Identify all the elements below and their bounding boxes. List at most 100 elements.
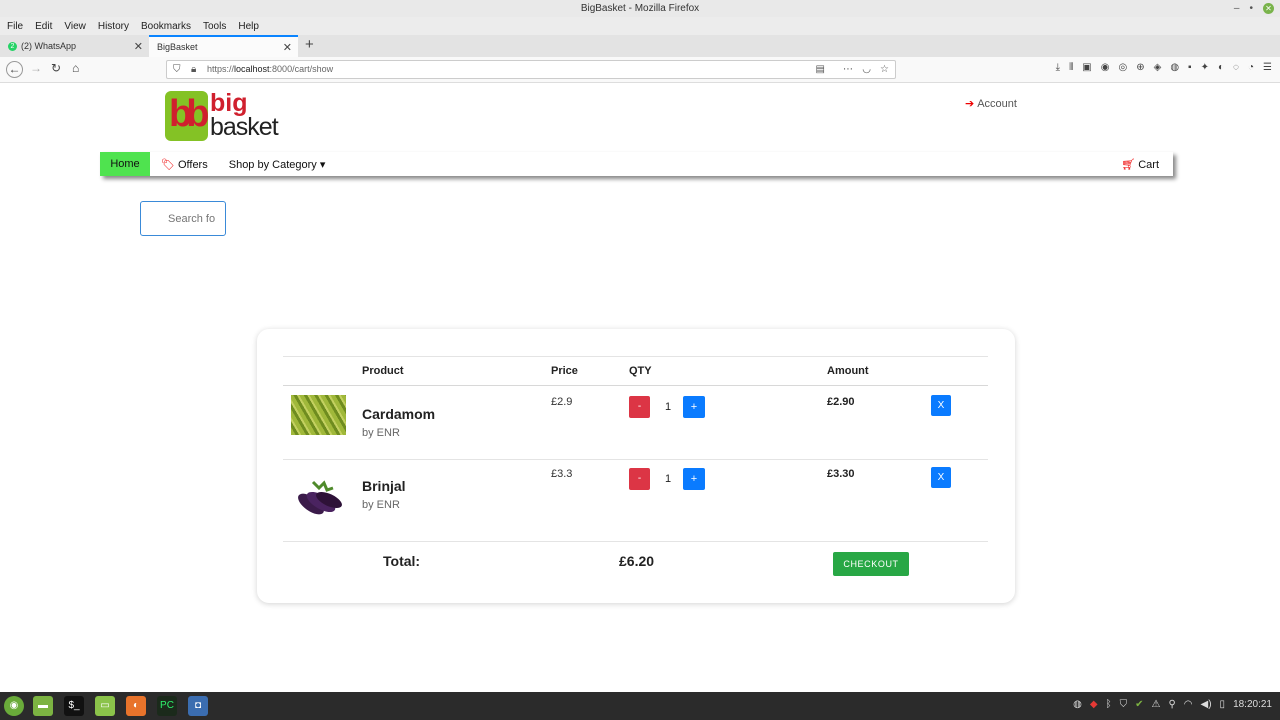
menu-view[interactable]: View <box>64 21 86 32</box>
nav-category-label: Shop by Category <box>228 158 317 171</box>
page-actions-icon[interactable]: ⋯ <box>843 61 853 78</box>
menu-bookmarks[interactable]: Bookmarks <box>141 21 191 32</box>
extension-icon[interactable]: ◔ <box>1248 62 1254 73</box>
downloads-icon[interactable]: ⤓ <box>1056 62 1060 73</box>
menu-bar: File Edit View History Bookmarks Tools H… <box>0 17 1280 35</box>
divider <box>283 385 988 386</box>
bookmark-star-icon[interactable]: ☆ <box>880 61 889 78</box>
menu-tools[interactable]: Tools <box>203 21 226 32</box>
bluetooth-icon[interactable]: ᛒ <box>1106 699 1112 710</box>
tab-whatsapp[interactable]: 2 (2) WhatsApp ✕ <box>0 35 149 57</box>
volume-icon[interactable]: ◀) <box>1201 699 1212 710</box>
address-bar[interactable]: ⛉ 🔒︎ https://localhost:8000/cart/show ▤ … <box>166 60 896 79</box>
remove-item-button[interactable]: X <box>931 467 951 488</box>
url-host: localhost <box>234 64 270 74</box>
site-navbar: Home 🏷︎ Offers Shop by Category ▾ 🛒︎ Cart <box>100 152 1173 176</box>
firefox-icon[interactable]: ◐ <box>126 696 146 716</box>
extension-icon[interactable]: ◐ <box>1218 62 1224 73</box>
files-icon[interactable]: ▭ <box>95 696 115 716</box>
battery-icon[interactable]: ▯ <box>1220 699 1226 710</box>
sidebar-icon[interactable]: ▣ <box>1082 62 1091 73</box>
forward-arrow-icon[interactable]: → <box>30 61 42 75</box>
update-check-icon[interactable]: ✔ <box>1135 699 1143 710</box>
lock-icon[interactable]: 🔒︎ <box>191 61 196 78</box>
nav-offers[interactable]: 🏷︎ Offers <box>161 158 208 171</box>
extension-icon[interactable]: ▪ <box>1188 62 1192 73</box>
reader-view-icon[interactable]: ▤ <box>816 61 825 78</box>
divider <box>283 356 988 357</box>
globe-icon[interactable]: ⊕ <box>1136 62 1144 73</box>
tab-bar: 2 (2) WhatsApp ✕ BigBasket ✕ + <box>0 35 1280 57</box>
navigation-toolbar: ← → ↻ ⌂ ⛉ 🔒︎ https://localhost:8000/cart… <box>0 57 1280 83</box>
product-name[interactable]: Cardamom <box>362 406 435 422</box>
home-icon[interactable]: ⌂ <box>72 61 79 75</box>
pocket-icon[interactable]: ◡ <box>862 61 871 78</box>
nav-cart-label: Cart <box>1138 159 1159 171</box>
nav-cart[interactable]: 🛒︎ Cart <box>1121 158 1159 171</box>
reload-icon[interactable]: ↻ <box>51 61 61 75</box>
hamburger-menu-icon[interactable]: ☰ <box>1263 62 1272 73</box>
system-tray: ◍ ◆ ᛒ ⛉ ✔ ⚠ ⚲ ◠ ◀) ▯ 18:20:21 <box>1073 699 1272 710</box>
nav-home[interactable]: Home <box>100 152 150 176</box>
total-value: £6.20 <box>619 553 655 569</box>
tab-bigbasket[interactable]: BigBasket ✕ <box>149 35 298 57</box>
column-header-product: Product <box>362 365 404 377</box>
caret-down-icon: ▾ <box>319 158 326 171</box>
close-tab-icon[interactable]: ✕ <box>134 40 143 53</box>
line-amount: £3.30 <box>827 468 855 480</box>
clock[interactable]: 18:20:21 <box>1233 699 1272 710</box>
menu-help[interactable]: Help <box>238 21 259 32</box>
close-window-button[interactable]: ✕ <box>1263 3 1274 14</box>
tab-label: BigBasket <box>157 42 198 52</box>
extension-icon[interactable]: ◍ <box>1170 62 1179 73</box>
qty-value: 1 <box>664 401 672 413</box>
warning-icon[interactable]: ⚠ <box>1151 699 1160 710</box>
start-menu-icon[interactable]: ◉ <box>4 696 24 716</box>
shield-extension-icon[interactable]: ◈ <box>1154 62 1162 73</box>
wifi-icon[interactable]: ◠ <box>1184 699 1193 710</box>
product-image-cardamom <box>291 395 346 435</box>
extension-icon[interactable]: ◌ <box>1233 62 1239 73</box>
shield-icon[interactable]: ⛉ <box>1120 699 1128 710</box>
increase-qty-button[interactable]: + <box>683 396 705 418</box>
account-icon[interactable]: ◉ <box>1101 62 1110 73</box>
menu-edit[interactable]: Edit <box>35 21 52 32</box>
whatsapp-icon: 2 <box>8 41 17 51</box>
shield-icon[interactable]: ⛉ <box>173 61 181 78</box>
decrease-qty-button[interactable]: - <box>629 396 650 418</box>
accessibility-icon[interactable]: ◍ <box>1073 699 1082 710</box>
close-tab-icon[interactable]: ✕ <box>283 41 292 54</box>
increase-qty-button[interactable]: + <box>683 468 705 490</box>
new-tab-icon[interactable]: + <box>305 36 314 53</box>
account-label: Account <box>977 98 1017 110</box>
product-name[interactable]: Brinjal <box>362 478 406 494</box>
window-title: BigBasket - Mozilla Firefox <box>580 3 700 14</box>
anydesk-icon[interactable]: ◆ <box>1090 699 1098 710</box>
library-icon[interactable]: ⫴ <box>1069 62 1073 73</box>
minimize-button[interactable]: – <box>1234 0 1240 17</box>
extension-icon[interactable]: ✦ <box>1201 62 1209 73</box>
column-header-amount: Amount <box>827 365 869 377</box>
checkout-button[interactable]: CHECKOUT <box>833 552 909 576</box>
show-desktop-icon[interactable]: ▬ <box>33 696 53 716</box>
remove-item-button[interactable]: X <box>931 395 951 416</box>
search-input[interactable] <box>140 201 226 236</box>
menu-history[interactable]: History <box>98 21 129 32</box>
maximize-button[interactable]: • <box>1249 0 1253 17</box>
pycharm-icon[interactable]: PC <box>157 696 177 716</box>
extension-icon[interactable]: ◎ <box>1118 62 1127 73</box>
decrease-qty-button[interactable]: - <box>629 468 650 490</box>
logo-basket-text: basket <box>210 113 279 141</box>
screenshot-icon[interactable]: ◘ <box>188 696 208 716</box>
bigbasket-logo[interactable]: bb big basket <box>165 89 279 141</box>
product-brand: by ENR <box>362 427 400 439</box>
nav-shop-by-category[interactable]: Shop by Category ▾ <box>229 158 326 171</box>
back-arrow-icon[interactable]: ← <box>6 61 23 78</box>
window-titlebar: BigBasket - Mozilla Firefox – • ✕ <box>0 0 1280 17</box>
terminal-icon[interactable]: $_ <box>64 696 84 716</box>
logo-bb-text: bb <box>169 93 210 135</box>
location-icon[interactable]: ⚲ <box>1168 699 1175 710</box>
account-link[interactable]: ➔ Account <box>965 97 1017 110</box>
menu-file[interactable]: File <box>7 21 23 32</box>
product-brand: by ENR <box>362 499 400 511</box>
